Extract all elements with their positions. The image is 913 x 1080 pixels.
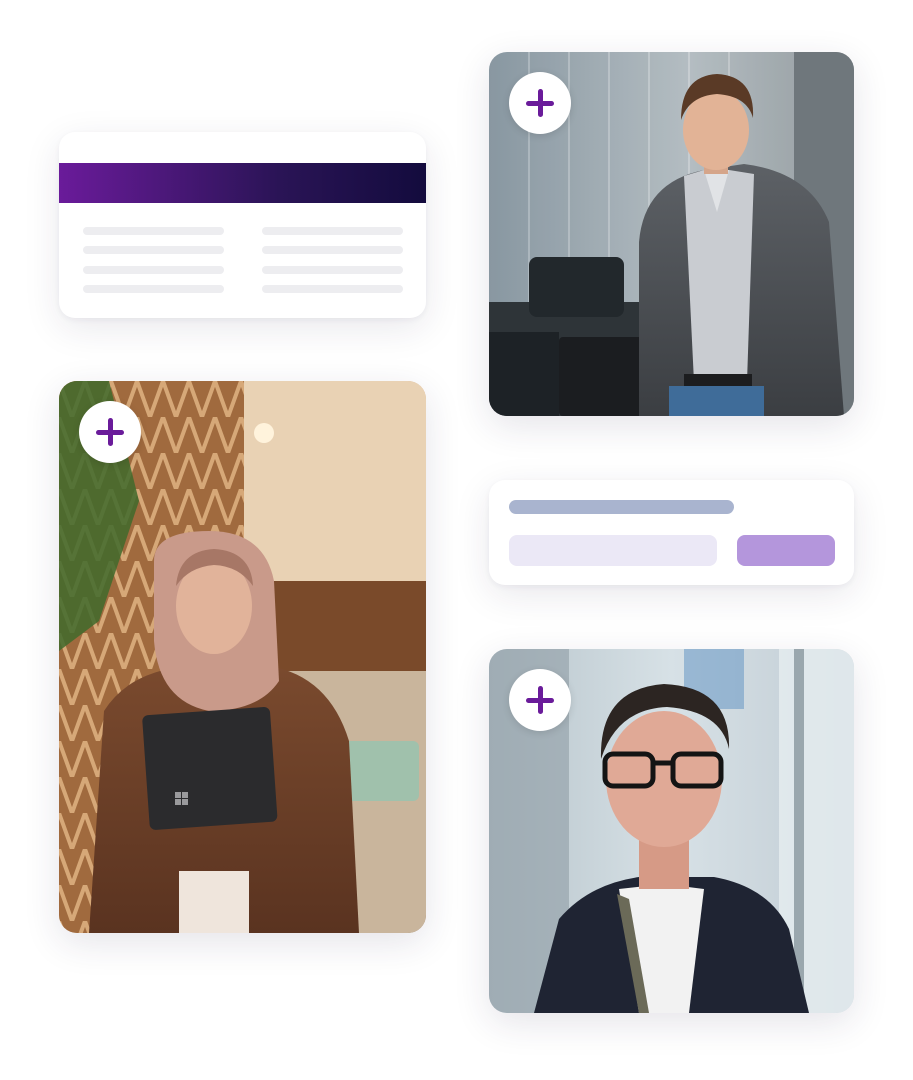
skeleton-line [262,227,403,235]
skeleton-line [83,227,224,235]
skeleton-line [262,246,403,254]
skeleton-line [262,266,403,274]
add-person-button[interactable] [509,72,571,134]
photo-woman-with-laptop-image [59,381,426,933]
skeleton-line [83,285,224,293]
table-card [59,132,426,318]
form-submit-button[interactable] [737,535,835,566]
photo-woman-with-laptop [59,381,426,933]
skeleton-line [83,246,224,254]
skeleton-line [83,266,224,274]
photo-man-grey-blazer [489,52,854,416]
form-card [489,480,854,585]
form-label-placeholder [509,500,734,514]
photo-man-with-glasses [489,649,854,1013]
add-person-button[interactable] [509,669,571,731]
add-person-button[interactable] [79,401,141,463]
table-header-bar [59,163,426,203]
form-input-placeholder[interactable] [509,535,717,566]
skeleton-line [262,285,403,293]
